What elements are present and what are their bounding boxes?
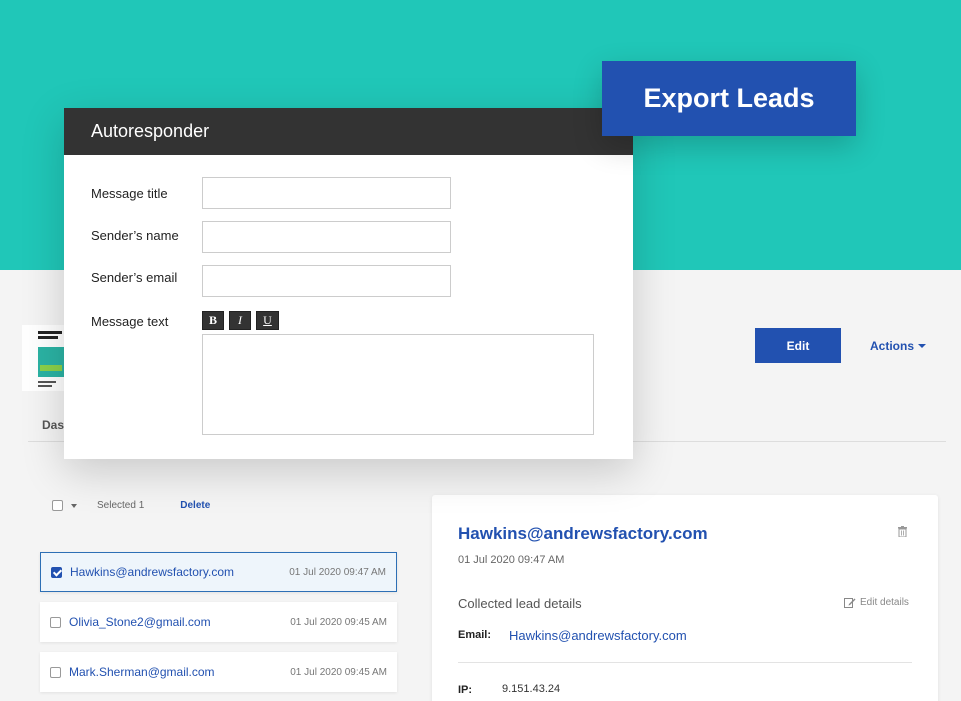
actions-dropdown[interactable]: Actions bbox=[870, 339, 927, 353]
lead-email: Hawkins@andrewsfactory.com bbox=[70, 565, 235, 579]
edit-button[interactable]: Edit bbox=[755, 328, 841, 363]
edit-details-link[interactable]: Edit details bbox=[844, 597, 909, 608]
detail-divider bbox=[458, 662, 912, 663]
collected-details-heading: Collected lead details bbox=[458, 596, 582, 611]
lead-date: 01 Jul 2020 09:47 AM bbox=[289, 566, 386, 578]
message-title-input[interactable] bbox=[202, 177, 451, 209]
sender-name-input[interactable] bbox=[202, 221, 451, 253]
lead-checkbox[interactable] bbox=[50, 666, 61, 678]
lead-row[interactable]: Olivia_Stone2@gmail.com 01 Jul 2020 09:4… bbox=[40, 602, 397, 642]
actions-label: Actions bbox=[870, 339, 915, 353]
sender-email-input[interactable] bbox=[202, 265, 451, 297]
modal-title: Autoresponder bbox=[64, 108, 633, 155]
lead-row[interactable]: Hawkins@andrewsfactory.com 01 Jul 2020 0… bbox=[40, 552, 397, 592]
tab-dashboard[interactable]: Das bbox=[42, 418, 64, 432]
lead-checkbox[interactable] bbox=[50, 616, 61, 628]
sender-email-label: Sender’s email bbox=[91, 270, 178, 285]
message-text-label: Message text bbox=[91, 314, 169, 329]
lead-email: Mark.Sherman@gmail.com bbox=[69, 665, 215, 679]
ip-value: 9.151.43.24 bbox=[502, 683, 561, 695]
select-menu-caret-icon[interactable] bbox=[71, 503, 77, 508]
lead-detail-title: Hawkins@andrewsfactory.com bbox=[458, 524, 708, 543]
lead-detail-date: 01 Jul 2020 09:47 AM bbox=[458, 554, 565, 566]
lead-date: 01 Jul 2020 09:45 AM bbox=[290, 616, 387, 628]
message-title-label: Message title bbox=[91, 186, 168, 201]
edit-icon bbox=[844, 598, 856, 608]
edit-details-label: Edit details bbox=[860, 597, 909, 608]
lead-detail-panel: Hawkins@andrewsfactory.com 01 Jul 2020 0… bbox=[432, 495, 938, 701]
message-text-area[interactable] bbox=[202, 334, 594, 435]
lead-row[interactable]: Mark.Sherman@gmail.com 01 Jul 2020 09:45… bbox=[40, 652, 397, 692]
bold-button[interactable]: B bbox=[202, 311, 224, 330]
landing-page-thumbnail[interactable] bbox=[22, 325, 66, 391]
underline-button[interactable]: U bbox=[256, 311, 279, 330]
delete-button[interactable]: Delete bbox=[180, 500, 210, 511]
export-leads-button[interactable]: Export Leads bbox=[602, 61, 856, 136]
selected-count: Selected 1 bbox=[97, 500, 145, 511]
trash-icon[interactable] bbox=[898, 526, 907, 537]
email-value[interactable]: Hawkins@andrewsfactory.com bbox=[509, 628, 687, 643]
ip-label: IP: bbox=[458, 684, 473, 696]
lead-date: 01 Jul 2020 09:45 AM bbox=[290, 666, 387, 678]
lead-checkbox[interactable] bbox=[51, 566, 62, 578]
bulk-toolbar: Selected 1 Delete bbox=[52, 500, 210, 511]
sender-name-label: Sender’s name bbox=[91, 228, 179, 243]
lead-email: Olivia_Stone2@gmail.com bbox=[69, 615, 211, 629]
autoresponder-modal: Autoresponder Message title Sender’s nam… bbox=[64, 108, 633, 459]
select-all-checkbox[interactable] bbox=[52, 500, 63, 511]
italic-button[interactable]: I bbox=[229, 311, 251, 330]
caret-down-icon bbox=[918, 344, 927, 348]
email-label: Email: bbox=[458, 629, 492, 641]
